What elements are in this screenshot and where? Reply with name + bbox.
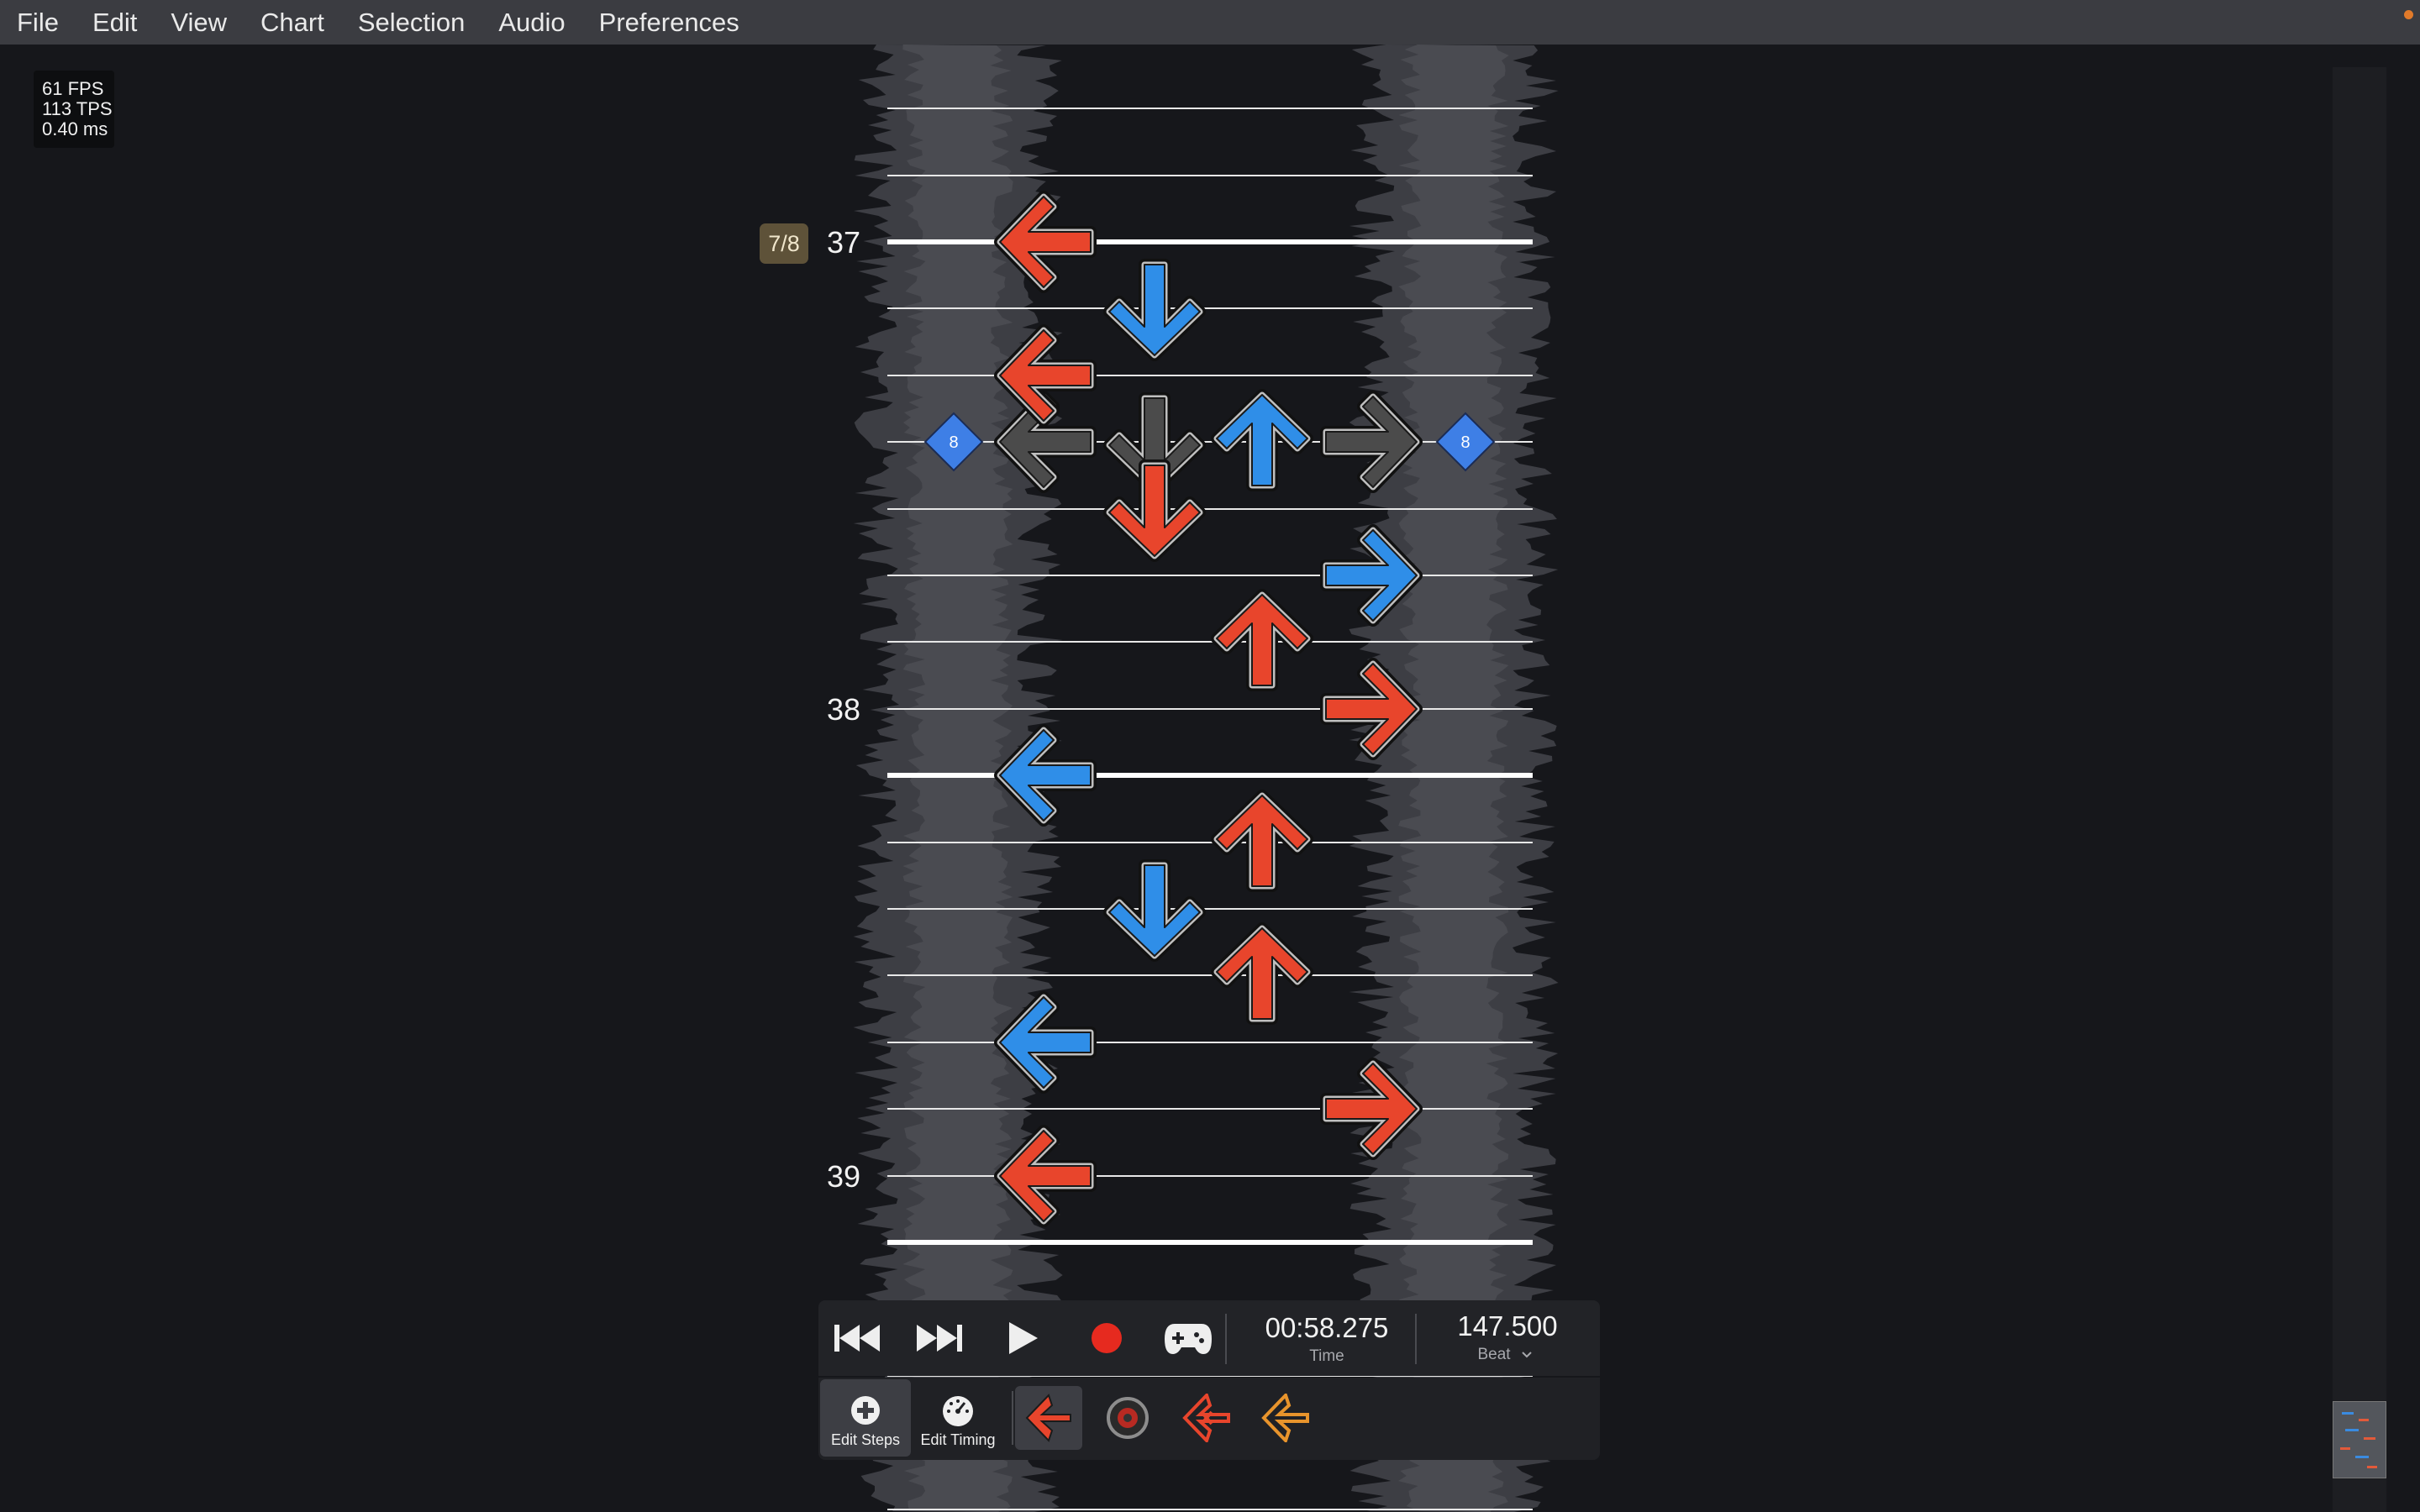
time-value: 00:58.275: [1265, 1312, 1389, 1343]
edit-timing-label: Edit Timing: [920, 1431, 996, 1448]
measure-label-37: 37: [826, 225, 860, 260]
stop-marker-label: 8: [1460, 433, 1470, 452]
menu-view[interactable]: View: [154, 0, 244, 45]
menu-file[interactable]: File: [0, 0, 76, 45]
record-icon: [1092, 1323, 1122, 1353]
transport-separator: [1415, 1314, 1417, 1364]
menu-edit[interactable]: Edit: [76, 0, 154, 45]
stop-marker-label: 8: [949, 433, 958, 452]
beat-subdivision-badge[interactable]: 7/8: [760, 223, 808, 264]
gauge-icon: [943, 1396, 973, 1426]
chart-minimap[interactable]: [2333, 1401, 2386, 1478]
chevron-down-icon: [1522, 1352, 1532, 1358]
note-arrow-up: [1211, 589, 1313, 691]
mine-tool-button[interactable]: [1094, 1386, 1161, 1450]
measure-label-39: 39: [826, 1159, 860, 1194]
note-arrow-down: [1103, 859, 1206, 962]
lift-arrow-icon: [1261, 1394, 1309, 1442]
measure-label-38: 38: [826, 692, 860, 727]
beat-label: Beat: [1477, 1346, 1511, 1363]
note-arrow-down: [1103, 259, 1206, 361]
menu-selection[interactable]: Selection: [341, 0, 482, 45]
note-tool-button[interactable]: [1015, 1386, 1082, 1450]
menu-audio[interactable]: Audio: [481, 0, 581, 45]
edit-steps-label: Edit Steps: [830, 1431, 901, 1448]
edit-steps-tab[interactable]: Edit Steps: [820, 1379, 911, 1457]
time-label: Time: [1309, 1347, 1344, 1365]
lift-note-tool-button[interactable]: [1252, 1386, 1319, 1450]
fps-counter: 61 FPS: [42, 78, 104, 99]
performance-overlay: 61 FPS 113 TPS 0.40 ms: [34, 71, 114, 148]
edit-timing-tab[interactable]: Edit Timing: [913, 1379, 1003, 1457]
red-arrow-note-icon: [1025, 1394, 1071, 1442]
note-arrow-down: [1103, 459, 1206, 562]
frame-time: 0.40 ms: [42, 118, 108, 139]
chart-scrollbar[interactable]: [2333, 67, 2386, 1512]
menu-bar: File Edit View Chart Selection Audio Pre…: [0, 0, 2420, 45]
notification-dot: [2404, 10, 2413, 19]
add-circle-icon: [851, 1396, 880, 1425]
skip-back-icon: [834, 1325, 880, 1352]
note-arrow-up: [1211, 790, 1313, 892]
menu-chart[interactable]: Chart: [244, 0, 341, 45]
menu-preferences[interactable]: Preferences: [582, 0, 756, 45]
transport-separator: [1225, 1314, 1227, 1364]
waveform: [853, 45, 1559, 1512]
skip-to-end-button[interactable]: [911, 1300, 966, 1376]
beat-value: 147.500: [1457, 1310, 1558, 1341]
play-button[interactable]: [998, 1300, 1047, 1376]
mine-icon: [1107, 1397, 1149, 1439]
autoplay-gamepad-button[interactable]: [1155, 1300, 1222, 1376]
skip-forward-icon: [917, 1325, 962, 1352]
tool-panel: Edit Steps Edit Timing: [818, 1378, 1600, 1460]
tps-counter: 113 TPS: [42, 98, 113, 119]
fake-note-tool-button[interactable]: [1173, 1386, 1240, 1450]
record-button[interactable]: [1081, 1300, 1133, 1376]
fake-arrow-icon: [1182, 1394, 1230, 1442]
note-arrow-up: [1211, 922, 1313, 1025]
chart-canvas[interactable]: 88: [0, 0, 2420, 1512]
gamepad-icon: [1165, 1324, 1212, 1354]
transport-panel: 00:58.275 Time 147.500 Beat: [818, 1300, 1600, 1376]
tool-separator: [1012, 1391, 1013, 1445]
note-arrow-up: [1211, 389, 1313, 491]
play-icon: [1009, 1322, 1038, 1354]
skip-to-start-button[interactable]: [830, 1300, 886, 1376]
